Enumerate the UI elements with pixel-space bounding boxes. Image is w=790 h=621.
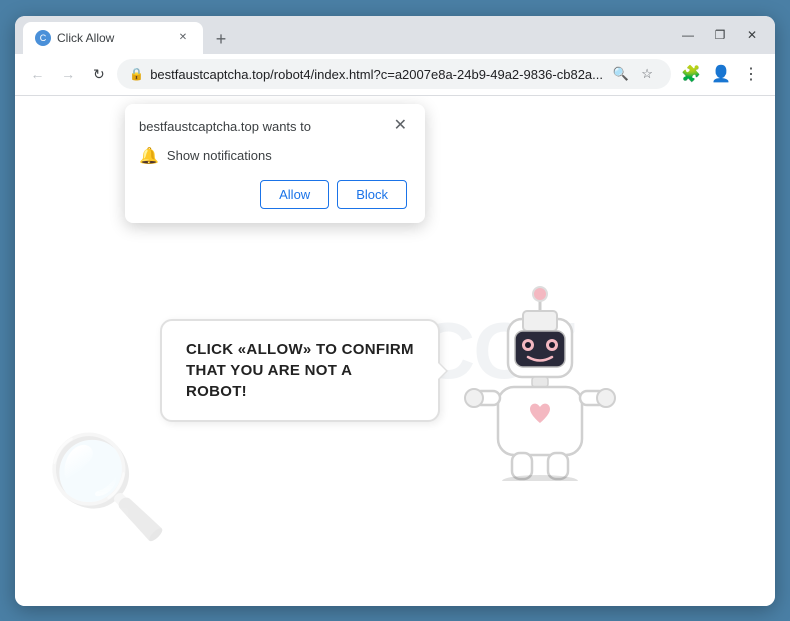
robot-illustration xyxy=(450,261,630,481)
notification-label: Show notifications xyxy=(167,148,272,163)
browser-content: RISK.CO7 🔍 bestfaustcaptcha.top wants to… xyxy=(15,96,775,606)
tab-title: Click Allow xyxy=(57,31,169,45)
forward-button[interactable]: → xyxy=(56,60,81,88)
captcha-area: CLICK «ALLOW» TO CONFIRM THAT YOU ARE NO… xyxy=(160,261,630,481)
speech-bubble: CLICK «ALLOW» TO CONFIRM THAT YOU ARE NO… xyxy=(160,319,440,422)
tab-favicon: C xyxy=(35,30,51,46)
popup-title: bestfaustcaptcha.top wants to xyxy=(139,118,311,136)
popup-header: bestfaustcaptcha.top wants to ✕ xyxy=(139,118,407,136)
tab-close-button[interactable]: ✕ xyxy=(175,30,191,46)
robot-svg xyxy=(460,281,620,481)
lock-icon: 🔒 xyxy=(129,67,144,81)
search-icon-btn[interactable]: 🔍 xyxy=(609,62,633,86)
notification-row: 🔔 Show notifications xyxy=(139,146,407,166)
bell-icon: 🔔 xyxy=(139,146,159,166)
allow-button[interactable]: Allow xyxy=(260,180,329,209)
block-button[interactable]: Block xyxy=(337,180,407,209)
toolbar-icons: 🧩 👤 ⋮ xyxy=(677,60,765,88)
minimize-button[interactable]: — xyxy=(673,20,703,50)
refresh-button[interactable]: ↻ xyxy=(87,60,112,88)
popup-close-button[interactable]: ✕ xyxy=(394,118,407,134)
extensions-button[interactable]: 🧩 xyxy=(677,60,705,88)
url-action-icons: 🔍 ☆ xyxy=(609,62,659,86)
account-button[interactable]: 👤 xyxy=(707,60,735,88)
active-tab[interactable]: C Click Allow ✕ xyxy=(23,22,203,54)
maximize-button[interactable]: ❐ xyxy=(705,20,735,50)
browser-window: C Click Allow ✕ + — ❐ ✕ ← → ↻ 🔒 bestfaus… xyxy=(15,16,775,606)
back-button[interactable]: ← xyxy=(25,60,50,88)
new-tab-button[interactable]: + xyxy=(207,26,235,54)
url-bar[interactable]: 🔒 bestfaustcaptcha.top/robot4/index.html… xyxy=(117,59,671,89)
menu-button[interactable]: ⋮ xyxy=(737,60,765,88)
url-text: bestfaustcaptcha.top/robot4/index.html?c… xyxy=(150,67,603,82)
notification-popup: bestfaustcaptcha.top wants to ✕ 🔔 Show n… xyxy=(125,104,425,223)
popup-actions: Allow Block xyxy=(139,180,407,209)
captcha-text: CLICK «ALLOW» TO CONFIRM THAT YOU ARE NO… xyxy=(186,341,414,400)
tabs-bar: C Click Allow ✕ + xyxy=(23,16,669,54)
close-button[interactable]: ✕ xyxy=(737,20,767,50)
address-bar: ← → ↻ 🔒 bestfaustcaptcha.top/robot4/inde… xyxy=(15,54,775,96)
window-controls: — ❐ ✕ xyxy=(673,20,767,50)
title-bar: C Click Allow ✕ + — ❐ ✕ xyxy=(15,16,775,54)
bookmark-icon-btn[interactable]: ☆ xyxy=(635,62,659,86)
